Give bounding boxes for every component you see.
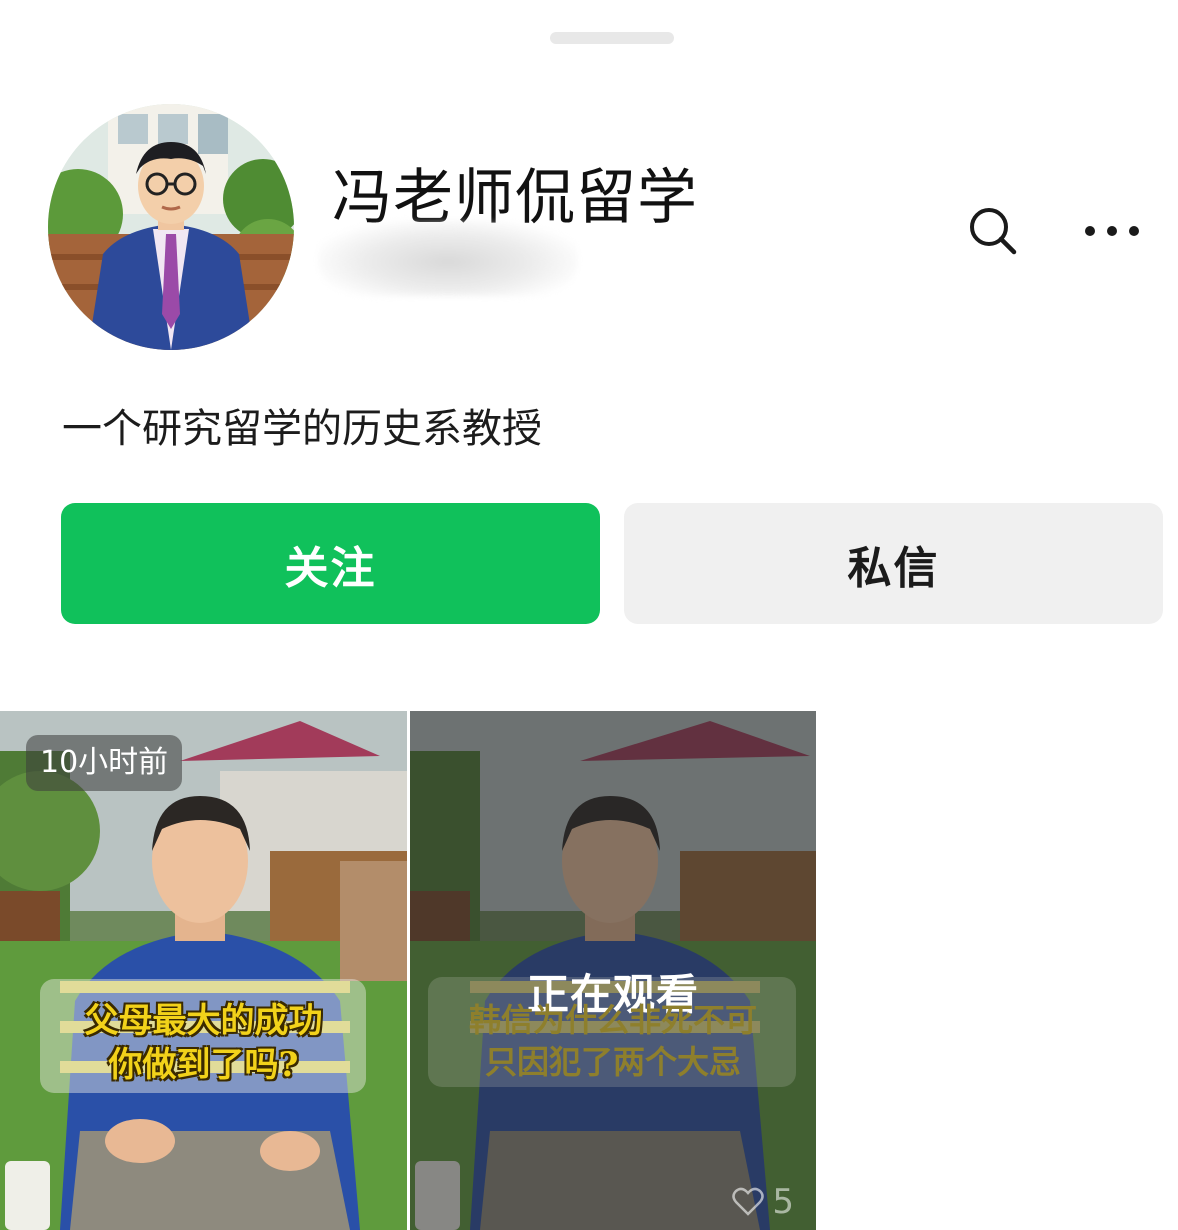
- video-tile[interactable]: 正在观看 韩信为什么非死不可 只因犯了两个大忌 5: [410, 711, 816, 1230]
- time-badge: 10小时前: [26, 735, 183, 791]
- message-button[interactable]: 私信: [624, 503, 1163, 624]
- heart-icon: [732, 1187, 765, 1216]
- video-grid: 10小时前 父母最大的成功 你做到了吗? 正在观看 韩信为什么非死不可 只因犯了…: [0, 711, 1178, 1230]
- profile-bio: 一个研究留学的历史系教授: [62, 406, 542, 452]
- follow-button[interactable]: 关注: [61, 503, 600, 624]
- drag-handle[interactable]: [550, 32, 674, 44]
- account-id-redacted: [318, 220, 578, 296]
- video-caption: 只因犯了两个大忌: [484, 1043, 741, 1081]
- like-count-value: 5: [772, 1182, 794, 1222]
- avatar[interactable]: [48, 104, 294, 350]
- avatar-illustration: [48, 104, 294, 350]
- more-button[interactable]: [1074, 196, 1150, 266]
- search-button[interactable]: [958, 196, 1028, 266]
- more-icon: [1085, 226, 1139, 236]
- like-count: 5: [732, 1182, 794, 1222]
- video-caption: 父母最大的成功: [84, 1001, 323, 1041]
- video-caption: 你做到了吗?: [108, 1045, 299, 1085]
- profile-sheet: 冯老师侃留学 一个研究留学的历史系教授 关注 私信 10小时前 父母最大的成功 …: [0, 0, 1178, 1230]
- video-caption: 韩信为什么非死不可: [468, 1001, 757, 1039]
- search-icon: [970, 208, 1017, 255]
- video-tile[interactable]: 10小时前 父母最大的成功 你做到了吗?: [0, 711, 407, 1230]
